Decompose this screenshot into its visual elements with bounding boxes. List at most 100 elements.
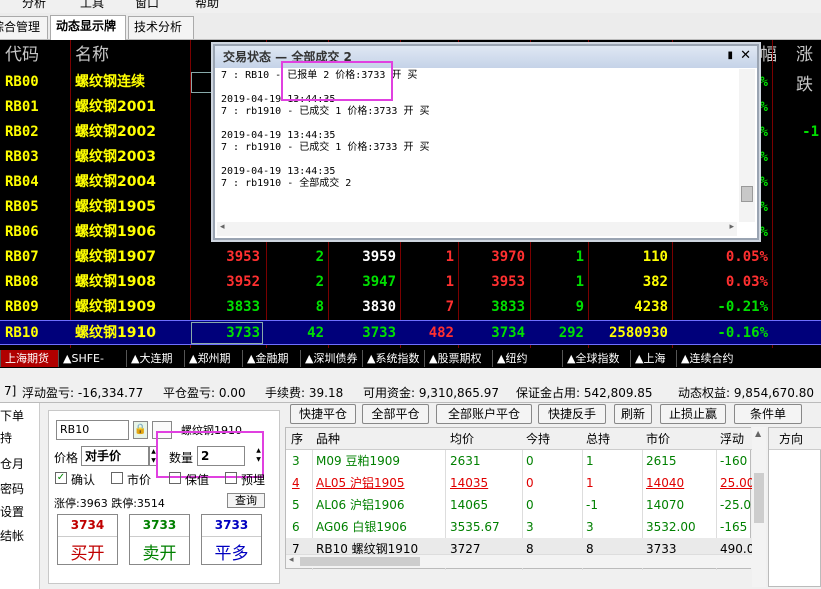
position-idx: 6 bbox=[292, 520, 300, 534]
last-price: 3833 bbox=[491, 299, 525, 315]
change-pct-partial: % bbox=[760, 125, 768, 140]
exchange-tab[interactable]: ▲大连期货 bbox=[126, 350, 184, 367]
log-line: 7 : rb1910 - 全部成交 2 bbox=[221, 178, 352, 189]
quote-row[interactable]: RB08 螺纹钢1908 3952 2 3947 1 3953 1 382 0.03% bbox=[0, 270, 821, 295]
menu-analysis[interactable]: 分析 bbox=[22, 0, 46, 11]
quote-row[interactable]: RB07 螺纹钢1907 3953 2 3959 1 3970 1 110 0.05% bbox=[0, 245, 821, 270]
quote-row[interactable]: RB10 螺纹钢1910 3733 42 3733 482 3734 292 2580930 -0… bbox=[0, 320, 821, 345]
change-pct: 0.03% bbox=[725, 274, 768, 290]
position-today: 3 bbox=[526, 520, 534, 534]
menu-month[interactable]: 仓月 bbox=[0, 455, 24, 472]
order-panel: RB10 🔒 螺纹钢1910 价格 对手价 ▲ ▼ 数量 2 ▲ ▼ ✓ 确认 市价… bbox=[48, 410, 280, 584]
quote-row[interactable]: RB09 螺纹钢1909 3833 8 3830 7 3833 9 4238 -0.21% bbox=[0, 295, 821, 320]
position-row[interactable]: 5 AL06 沪铝1906 14065 0 -1 14070 -25.0 bbox=[286, 494, 752, 516]
preorder-checkbox[interactable] bbox=[225, 472, 237, 484]
grid-vertical-scrollbar[interactable]: ▲ bbox=[752, 427, 766, 587]
position-avg: 14065 bbox=[450, 498, 489, 512]
exchange-tab[interactable]: ▲全球指数 bbox=[562, 350, 630, 367]
exchange-tab[interactable]: ▲连续合约 bbox=[676, 350, 738, 367]
col-today-hold: 今持 bbox=[526, 432, 551, 446]
tab-dynamic-board[interactable]: 动态显示牌 bbox=[50, 15, 126, 40]
conditional-order-button[interactable]: 条件单 bbox=[734, 404, 802, 424]
position-float: -160 bbox=[720, 454, 748, 468]
pin-icon[interactable]: ▮ bbox=[727, 50, 733, 61]
col-symbol: 品种 bbox=[316, 432, 341, 446]
col-float-pl: 浮动 bbox=[720, 432, 745, 446]
exchange-tab[interactable]: ▲SHFE-INE bbox=[58, 350, 126, 367]
change-pct: -0.16% bbox=[717, 325, 768, 341]
close-all-accounts-button[interactable]: 全部账户平仓 bbox=[436, 404, 532, 424]
quote-name: 螺纹钢2002 bbox=[75, 124, 156, 140]
ask-price: 3733 bbox=[362, 325, 396, 341]
menu-order[interactable]: 下单 bbox=[0, 407, 24, 424]
exchange-tab[interactable]: ▲股票期权 bbox=[424, 350, 492, 367]
confirm-label: 确认 bbox=[71, 473, 96, 487]
confirm-checkbox[interactable]: ✓ bbox=[55, 472, 67, 484]
position-row[interactable]: 6 AG06 白银1906 3535.67 3 3 3532.00 -165 bbox=[286, 516, 752, 538]
position-float: -25.0 bbox=[720, 498, 752, 512]
close-icon[interactable]: ✕ bbox=[740, 48, 751, 63]
quote-name: 螺纹钢连续 bbox=[75, 74, 145, 90]
horizontal-scrollbar[interactable]: ◂ ▸ bbox=[217, 222, 737, 236]
stop-loss-button[interactable]: 止损止赢 bbox=[660, 404, 726, 424]
position-row[interactable]: 4 AL05 沪铝1905 14035 0 1 14040 25.00 bbox=[286, 472, 754, 494]
position-mkt: 14040 bbox=[646, 476, 685, 490]
buy-open-button[interactable]: 3734 买开 bbox=[57, 514, 118, 565]
fee: 手续费: 39.18 bbox=[265, 386, 344, 400]
sell-price: 3733 bbox=[142, 518, 177, 532]
sell-open-button[interactable]: 3733 卖开 bbox=[129, 514, 190, 565]
price-type-select[interactable]: 对手价 bbox=[81, 446, 149, 466]
sell-open-label: 卖开 bbox=[130, 536, 189, 564]
lock-icon[interactable]: 🔒 bbox=[133, 421, 148, 439]
exchange-tab[interactable]: ▲上海T bbox=[630, 350, 676, 367]
position-today: 0 bbox=[526, 498, 534, 512]
col-avg-price: 均价 bbox=[450, 432, 475, 446]
view-tab-bar: 综合管理 动态显示牌 技术分析 bbox=[0, 13, 821, 40]
vertical-scrollbar[interactable] bbox=[739, 69, 755, 222]
position-float: -165 bbox=[720, 520, 748, 534]
position-today: 0 bbox=[526, 476, 534, 490]
position-row[interactable]: 3 M09 豆粕1909 2631 0 1 2615 -160 bbox=[286, 450, 752, 472]
menu-hold[interactable]: 持 bbox=[0, 429, 12, 446]
exchange-tab[interactable]: 上海期货 bbox=[0, 350, 58, 367]
menu-settlement[interactable]: 结帐 bbox=[0, 527, 24, 544]
open-interest: 110 bbox=[642, 249, 668, 265]
exchange-tab[interactable]: ▲金融期货 bbox=[242, 350, 300, 367]
bid-volume: 2 bbox=[315, 274, 324, 290]
menu-window[interactable]: 窗口 bbox=[135, 0, 159, 11]
col-market-price: 市价 bbox=[646, 432, 671, 446]
menu-help[interactable]: 帮助 bbox=[195, 0, 219, 11]
quote-name: 螺纹钢1907 bbox=[75, 249, 156, 265]
exchange-tab[interactable]: ▲系统指数 bbox=[362, 350, 424, 367]
menu-tools[interactable]: 工具 bbox=[80, 0, 104, 11]
quote-code: RB10 bbox=[5, 325, 39, 341]
exchange-tab[interactable]: ▲纽约NYMEX bbox=[492, 350, 562, 367]
position-total: 1 bbox=[586, 476, 594, 490]
position-name: AL06 沪铝1906 bbox=[316, 498, 405, 512]
limit-prices: 涨停:3963 跌停:3514 bbox=[54, 497, 165, 510]
preorder-label: 预埋 bbox=[241, 473, 266, 487]
close-long-button[interactable]: 3733 平多 bbox=[201, 514, 262, 565]
grid-horizontal-scrollbar[interactable]: ◂ bbox=[286, 554, 752, 568]
change-pct-partial: % bbox=[760, 175, 768, 190]
query-button[interactable]: 查询 bbox=[227, 493, 265, 508]
quick-close-button[interactable]: 快捷平仓 bbox=[290, 404, 356, 424]
market-price-label: 市价 bbox=[127, 473, 152, 487]
tab-technical[interactable]: 技术分析 bbox=[128, 16, 194, 39]
quick-reverse-button[interactable]: 快捷反手 bbox=[538, 404, 606, 424]
exchange-tab[interactable]: ▲深圳债券 bbox=[300, 350, 362, 367]
close-pl: 平仓盈亏: 0.00 bbox=[163, 386, 246, 400]
market-price-checkbox[interactable] bbox=[111, 472, 123, 484]
col-index: 序 bbox=[291, 432, 304, 446]
menu-settings[interactable]: 设置 bbox=[0, 503, 24, 520]
contract-code-input[interactable]: RB10 bbox=[56, 420, 129, 440]
ask-volume: 482 bbox=[428, 325, 454, 341]
tab-overview[interactable]: 综合管理 bbox=[0, 16, 48, 39]
menu-password[interactable]: 密码 bbox=[0, 480, 24, 497]
refresh-button[interactable]: 刷新 bbox=[614, 404, 652, 424]
hedge-checkbox[interactable] bbox=[169, 472, 181, 484]
exchange-tab[interactable]: ▲郑州期货 bbox=[184, 350, 242, 367]
close-all-button[interactable]: 全部平仓 bbox=[362, 404, 429, 424]
scroll-thumb[interactable] bbox=[741, 186, 753, 202]
last-price: 3953 bbox=[491, 274, 525, 290]
